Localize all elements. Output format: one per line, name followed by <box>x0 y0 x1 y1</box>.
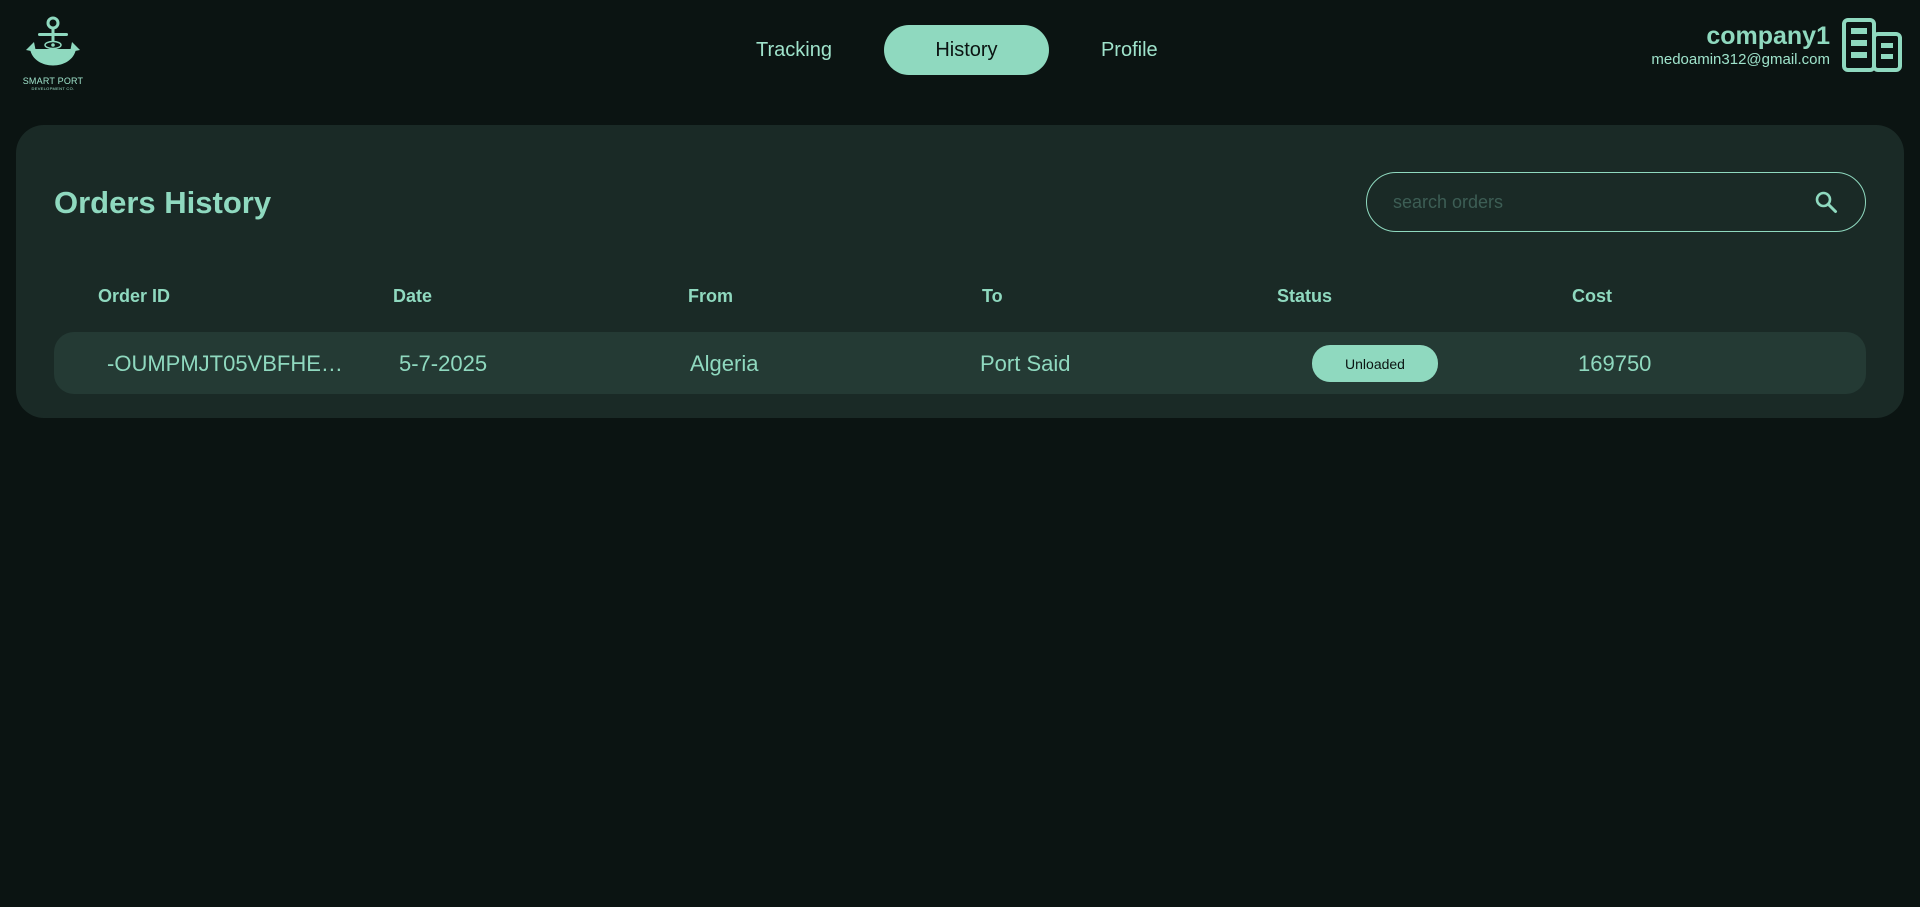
column-header-to[interactable]: To <box>982 286 1003 307</box>
table-header: Order ID Date From To Status Cost <box>98 286 1798 310</box>
main-nav: Tracking History Profile <box>720 25 1194 75</box>
brand-subtitle: DEVELOPMENT CO. <box>31 86 75 91</box>
search-box <box>1366 172 1866 232</box>
nav-tab-tracking[interactable]: Tracking <box>720 25 868 75</box>
order-from-cell: Algeria <box>690 351 759 376</box>
account-menu[interactable]: company1 medoamin312@gmail.com <box>1651 18 1902 72</box>
search-input[interactable] <box>1391 190 1811 214</box>
search-icon <box>1815 191 1837 213</box>
status-badge: Unloaded <box>1312 345 1438 382</box>
order-id-cell: -OUMPMJT05VBFHELXXXX <box>107 351 352 376</box>
app-header: SMART PORT DEVELOPMENT CO. Tracking Hist… <box>0 0 1920 115</box>
order-date-cell: 5-7-2025 <box>399 351 488 376</box>
brand-name: SMART PORT <box>22 76 84 86</box>
column-header-cost[interactable]: Cost <box>1572 286 1612 307</box>
nav-tab-profile[interactable]: Profile <box>1065 25 1194 75</box>
table-row[interactable]: -OUMPMJT05VBFHELXXXX 5-7-2025 Algeria Po… <box>54 332 1866 394</box>
orders-history-card: Orders History Order ID Date From To Sta… <box>16 125 1904 418</box>
order-to-cell: Port Said <box>980 351 1071 376</box>
column-header-from[interactable]: From <box>688 286 733 307</box>
anchor-icon <box>26 16 80 66</box>
company-name: company1 <box>1706 22 1830 50</box>
search-button[interactable] <box>1811 187 1841 217</box>
nav-tab-history[interactable]: History <box>883 25 1049 75</box>
account-info: company1 medoamin312@gmail.com <box>1651 21 1830 69</box>
column-header-status[interactable]: Status <box>1277 286 1332 307</box>
account-email: medoamin312@gmail.com <box>1651 51 1830 68</box>
brand-logo[interactable]: SMART PORT DEVELOPMENT CO. <box>18 16 88 102</box>
page-title: Orders History <box>54 185 272 220</box>
column-header-date[interactable]: Date <box>393 286 432 307</box>
building-icon[interactable] <box>1842 18 1902 72</box>
order-cost-cell: 169750 <box>1578 351 1652 376</box>
column-header-order-id[interactable]: Order ID <box>98 286 170 307</box>
